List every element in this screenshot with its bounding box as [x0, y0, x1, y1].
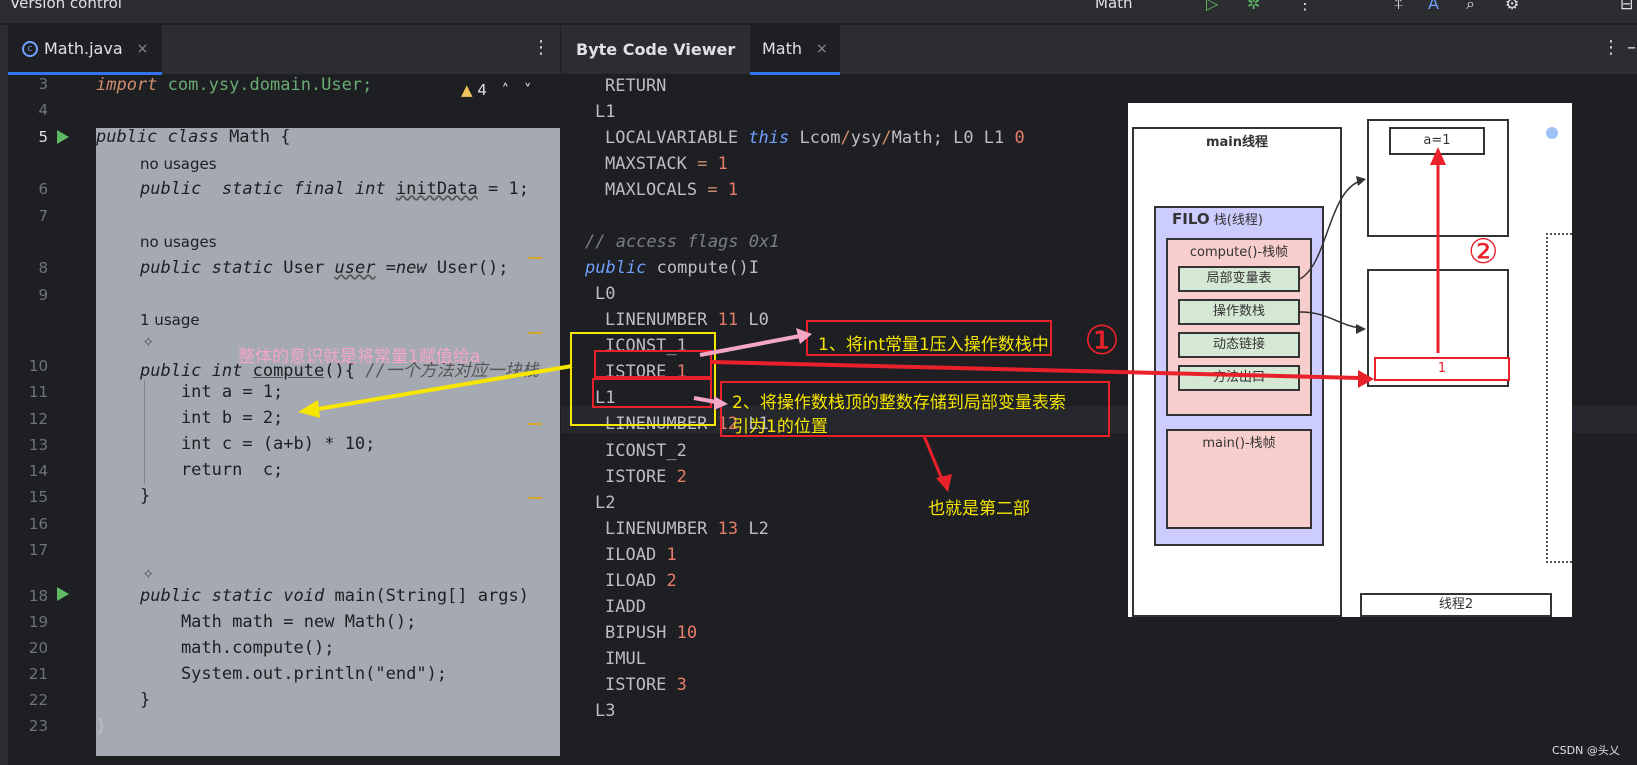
annotation-arrows — [298, 328, 1374, 492]
watermark: CSDN @头乂 — [1552, 744, 1620, 757]
